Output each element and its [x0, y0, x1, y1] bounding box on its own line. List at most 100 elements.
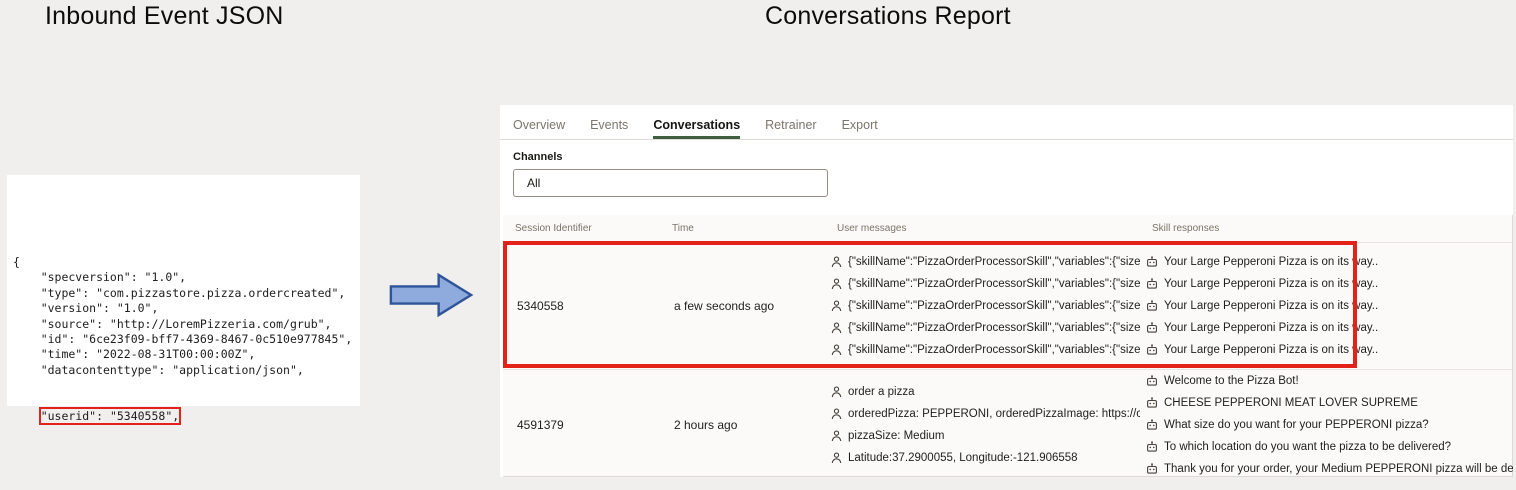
- channels-label: Channels: [513, 151, 563, 163]
- user-message: {"skillName":"PizzaOrderProcessorSkill",…: [831, 343, 1140, 357]
- person-icon: [831, 386, 842, 398]
- skill-response-text: Your Large Pepperoni Pizza is on its way…: [1164, 256, 1379, 268]
- user-messages-cell: order a pizza orderedPizza: PEPPERONI, o…: [825, 370, 1140, 479]
- user-message-text: {"skillName":"PizzaOrderProcessorSkill",…: [848, 300, 1140, 312]
- skill-responses-cell: Your Large Pepperoni Pizza is on its way…: [1140, 243, 1513, 369]
- report-title: Conversations Report: [765, 2, 1011, 30]
- tab-retrainer[interactable]: Retrainer: [765, 118, 816, 139]
- table-row: 4591379 2 hours ago order a pizza ordere…: [503, 369, 1513, 479]
- user-message: Latitude:37.2900055, Longitude:-121.9065…: [831, 451, 1140, 465]
- json-line: "source": "http://LoremPizzeria.com/grub…: [13, 316, 332, 331]
- left-panel-title: Inbound Event JSON: [45, 2, 284, 30]
- tab-overview[interactable]: Overview: [513, 118, 565, 139]
- bot-icon: [1146, 256, 1158, 268]
- user-message-text: pizzaSize: Medium: [848, 429, 945, 442]
- json-line: "id": "6ce23f09-bff7-4369-8467-0c510e977…: [13, 332, 353, 347]
- skill-response-text: Thank you for your order, your Medium PE…: [1164, 462, 1513, 475]
- person-icon: [831, 300, 842, 312]
- user-message: {"skillName":"PizzaOrderProcessorSkill",…: [831, 299, 1140, 313]
- skill-response-text: Your Large Pepperoni Pizza is on its way…: [1164, 322, 1379, 334]
- bot-icon: [1146, 462, 1158, 475]
- time-cell: 2 hours ago: [674, 417, 738, 432]
- table-row: 5340558 a few seconds ago {"skillName":"…: [503, 243, 1512, 369]
- bot-icon: [1146, 300, 1158, 312]
- skill-response-text: Your Large Pepperoni Pizza is on its way…: [1164, 300, 1379, 312]
- skill-responses-list: Your Large Pepperoni Pizza is on its way…: [1140, 243, 1513, 369]
- json-line: "datacontenttype": "application/json",: [13, 362, 304, 377]
- skill-response-text: Welcome to the Pizza Bot!: [1164, 374, 1299, 387]
- tab-conversations[interactable]: Conversations: [653, 118, 741, 139]
- skill-response-text: Your Large Pepperoni Pizza is on its way…: [1164, 278, 1379, 290]
- skill-response: What size do you want for your PEPPERONI…: [1146, 418, 1513, 432]
- table-header-row: Session Identifier Time User messages Sk…: [503, 215, 1512, 243]
- user-message: orderedPizza: PEPPERONI, orderedPizzaIma…: [831, 407, 1140, 421]
- json-line: "time": "2022-08-31T00:00:00Z",: [13, 347, 256, 362]
- person-icon: [831, 452, 842, 464]
- skill-responses-cell: Welcome to the Pizza Bot! CHEESE PEPPERO…: [1140, 370, 1513, 479]
- skill-response: Your Large Pepperoni Pizza is on its way…: [1146, 343, 1513, 357]
- channels-filter: Channels: [500, 140, 1513, 197]
- userid-highlight-box: "userid": "5340558",: [38, 407, 182, 426]
- channels-select[interactable]: [513, 169, 828, 197]
- json-line: "version": "1.0",: [13, 301, 159, 316]
- user-message: {"skillName":"PizzaOrderProcessorSkill",…: [831, 277, 1140, 291]
- bot-icon: [1146, 396, 1158, 409]
- bot-icon: [1146, 322, 1158, 334]
- col-header-time: Time: [672, 223, 694, 234]
- person-icon: [831, 256, 842, 268]
- user-message-text: {"skillName":"PizzaOrderProcessorSkill",…: [848, 256, 1140, 268]
- skill-response: Your Large Pepperoni Pizza is on its way…: [1146, 255, 1513, 269]
- user-message: pizzaSize: Medium: [831, 429, 1140, 443]
- user-message-text: orderedPizza: PEPPERONI, orderedPizzaIma…: [848, 407, 1140, 420]
- bot-icon: [1146, 418, 1158, 431]
- col-header-user-messages: User messages: [837, 223, 907, 234]
- tab-export[interactable]: Export: [842, 118, 878, 139]
- col-header-skill-responses: Skill responses: [1152, 223, 1220, 234]
- bot-icon: [1146, 440, 1158, 453]
- inbound-event-json-block: { "specversion": "1.0", "type": "com.piz…: [7, 175, 360, 426]
- col-header-session-identifier: Session Identifier: [515, 223, 592, 234]
- person-icon: [831, 278, 842, 290]
- user-message: {"skillName":"PizzaOrderProcessorSkill",…: [831, 321, 1140, 335]
- person-icon: [831, 408, 842, 420]
- skill-response-text: Your Large Pepperoni Pizza is on its way…: [1164, 344, 1379, 356]
- bot-icon: [1146, 278, 1158, 290]
- right-arrow-icon: [388, 271, 474, 319]
- person-icon: [831, 430, 842, 442]
- bot-icon: [1146, 374, 1158, 387]
- skill-response: Welcome to the Pizza Bot!: [1146, 374, 1513, 388]
- json-line: "specversion": "1.0",: [13, 270, 187, 285]
- time-cell: a few seconds ago: [674, 299, 775, 313]
- user-message: order a pizza: [831, 385, 1140, 399]
- skill-response: To which location do you want the pizza …: [1146, 440, 1513, 454]
- user-message-text: {"skillName":"PizzaOrderProcessorSkill",…: [848, 322, 1140, 334]
- conversations-table: Session Identifier Time User messages Sk…: [503, 215, 1513, 477]
- user-message-text: order a pizza: [848, 385, 915, 398]
- skill-responses-list: Welcome to the Pizza Bot! CHEESE PEPPERO…: [1140, 370, 1513, 479]
- user-message-text: Latitude:37.2900055, Longitude:-121.9065…: [848, 451, 1078, 464]
- user-messages-list: {"skillName":"PizzaOrderProcessorSkill",…: [825, 243, 1140, 369]
- screenshot-canvas: Inbound Event JSON Conversations Report …: [0, 0, 1516, 490]
- skill-response: Your Large Pepperoni Pizza is on its way…: [1146, 277, 1513, 291]
- json-lines-before: { "specversion": "1.0", "type": "com.piz…: [13, 209, 356, 378]
- session-identifier-cell: 4591379: [517, 417, 564, 432]
- skill-response: Your Large Pepperoni Pizza is on its way…: [1146, 321, 1513, 335]
- json-line: "type": "com.pizzastore.pizza.ordercreat…: [13, 285, 346, 300]
- session-identifier-cell: 5340558: [517, 299, 564, 313]
- user-messages-cell: {"skillName":"PizzaOrderProcessorSkill",…: [825, 243, 1140, 369]
- json-lines-after: "channelname": "appevent", "data": { "si…: [13, 455, 356, 490]
- tab-events[interactable]: Events: [590, 118, 628, 139]
- skill-response-text: To which location do you want the pizza …: [1164, 440, 1452, 453]
- person-icon: [831, 322, 842, 334]
- user-messages-list: order a pizza orderedPizza: PEPPERONI, o…: [825, 370, 1140, 479]
- conversations-report-panel: Overview Events Conversations Retrainer …: [500, 105, 1513, 477]
- user-message-text: {"skillName":"PizzaOrderProcessorSkill",…: [848, 278, 1140, 290]
- json-line: {: [13, 255, 20, 270]
- user-message: {"skillName":"PizzaOrderProcessorSkill",…: [831, 255, 1140, 269]
- bot-icon: [1146, 344, 1158, 356]
- skill-response: CHEESE PEPPERONI MEAT LOVER SUPREME: [1146, 396, 1513, 410]
- json-line-userid: "userid": "5340558",: [13, 407, 356, 426]
- person-icon: [831, 344, 842, 356]
- skill-response-text: CHEESE PEPPERONI MEAT LOVER SUPREME: [1164, 396, 1418, 409]
